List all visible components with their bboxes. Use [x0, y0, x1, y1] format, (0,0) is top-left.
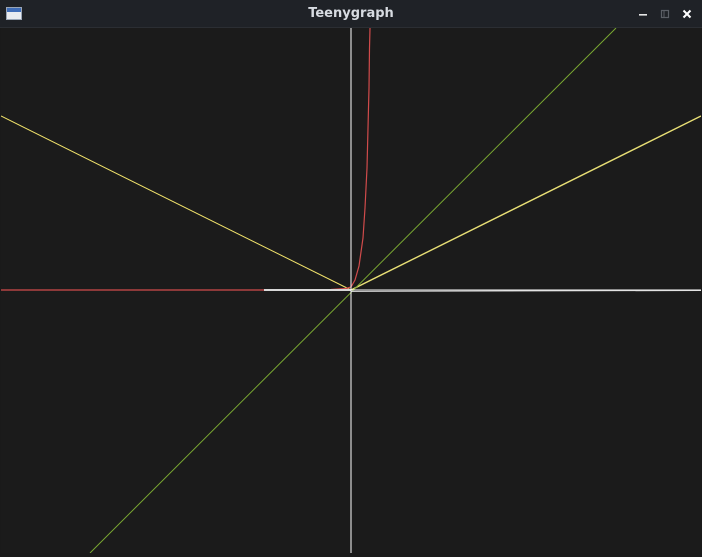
maximize-button[interactable] [656, 5, 674, 23]
titlebar[interactable]: Teenygraph [0, 0, 702, 28]
minimize-icon [639, 13, 647, 16]
close-button[interactable] [678, 5, 696, 23]
minimize-button[interactable] [634, 5, 652, 23]
close-icon [682, 9, 692, 18]
graph-canvas[interactable] [0, 27, 702, 554]
maximize-icon [660, 9, 670, 18]
window-controls [634, 0, 696, 27]
teenygraph-window: Teenygraph [0, 0, 702, 554]
window-title: Teenygraph [308, 6, 394, 21]
graph-svg [0, 27, 702, 554]
